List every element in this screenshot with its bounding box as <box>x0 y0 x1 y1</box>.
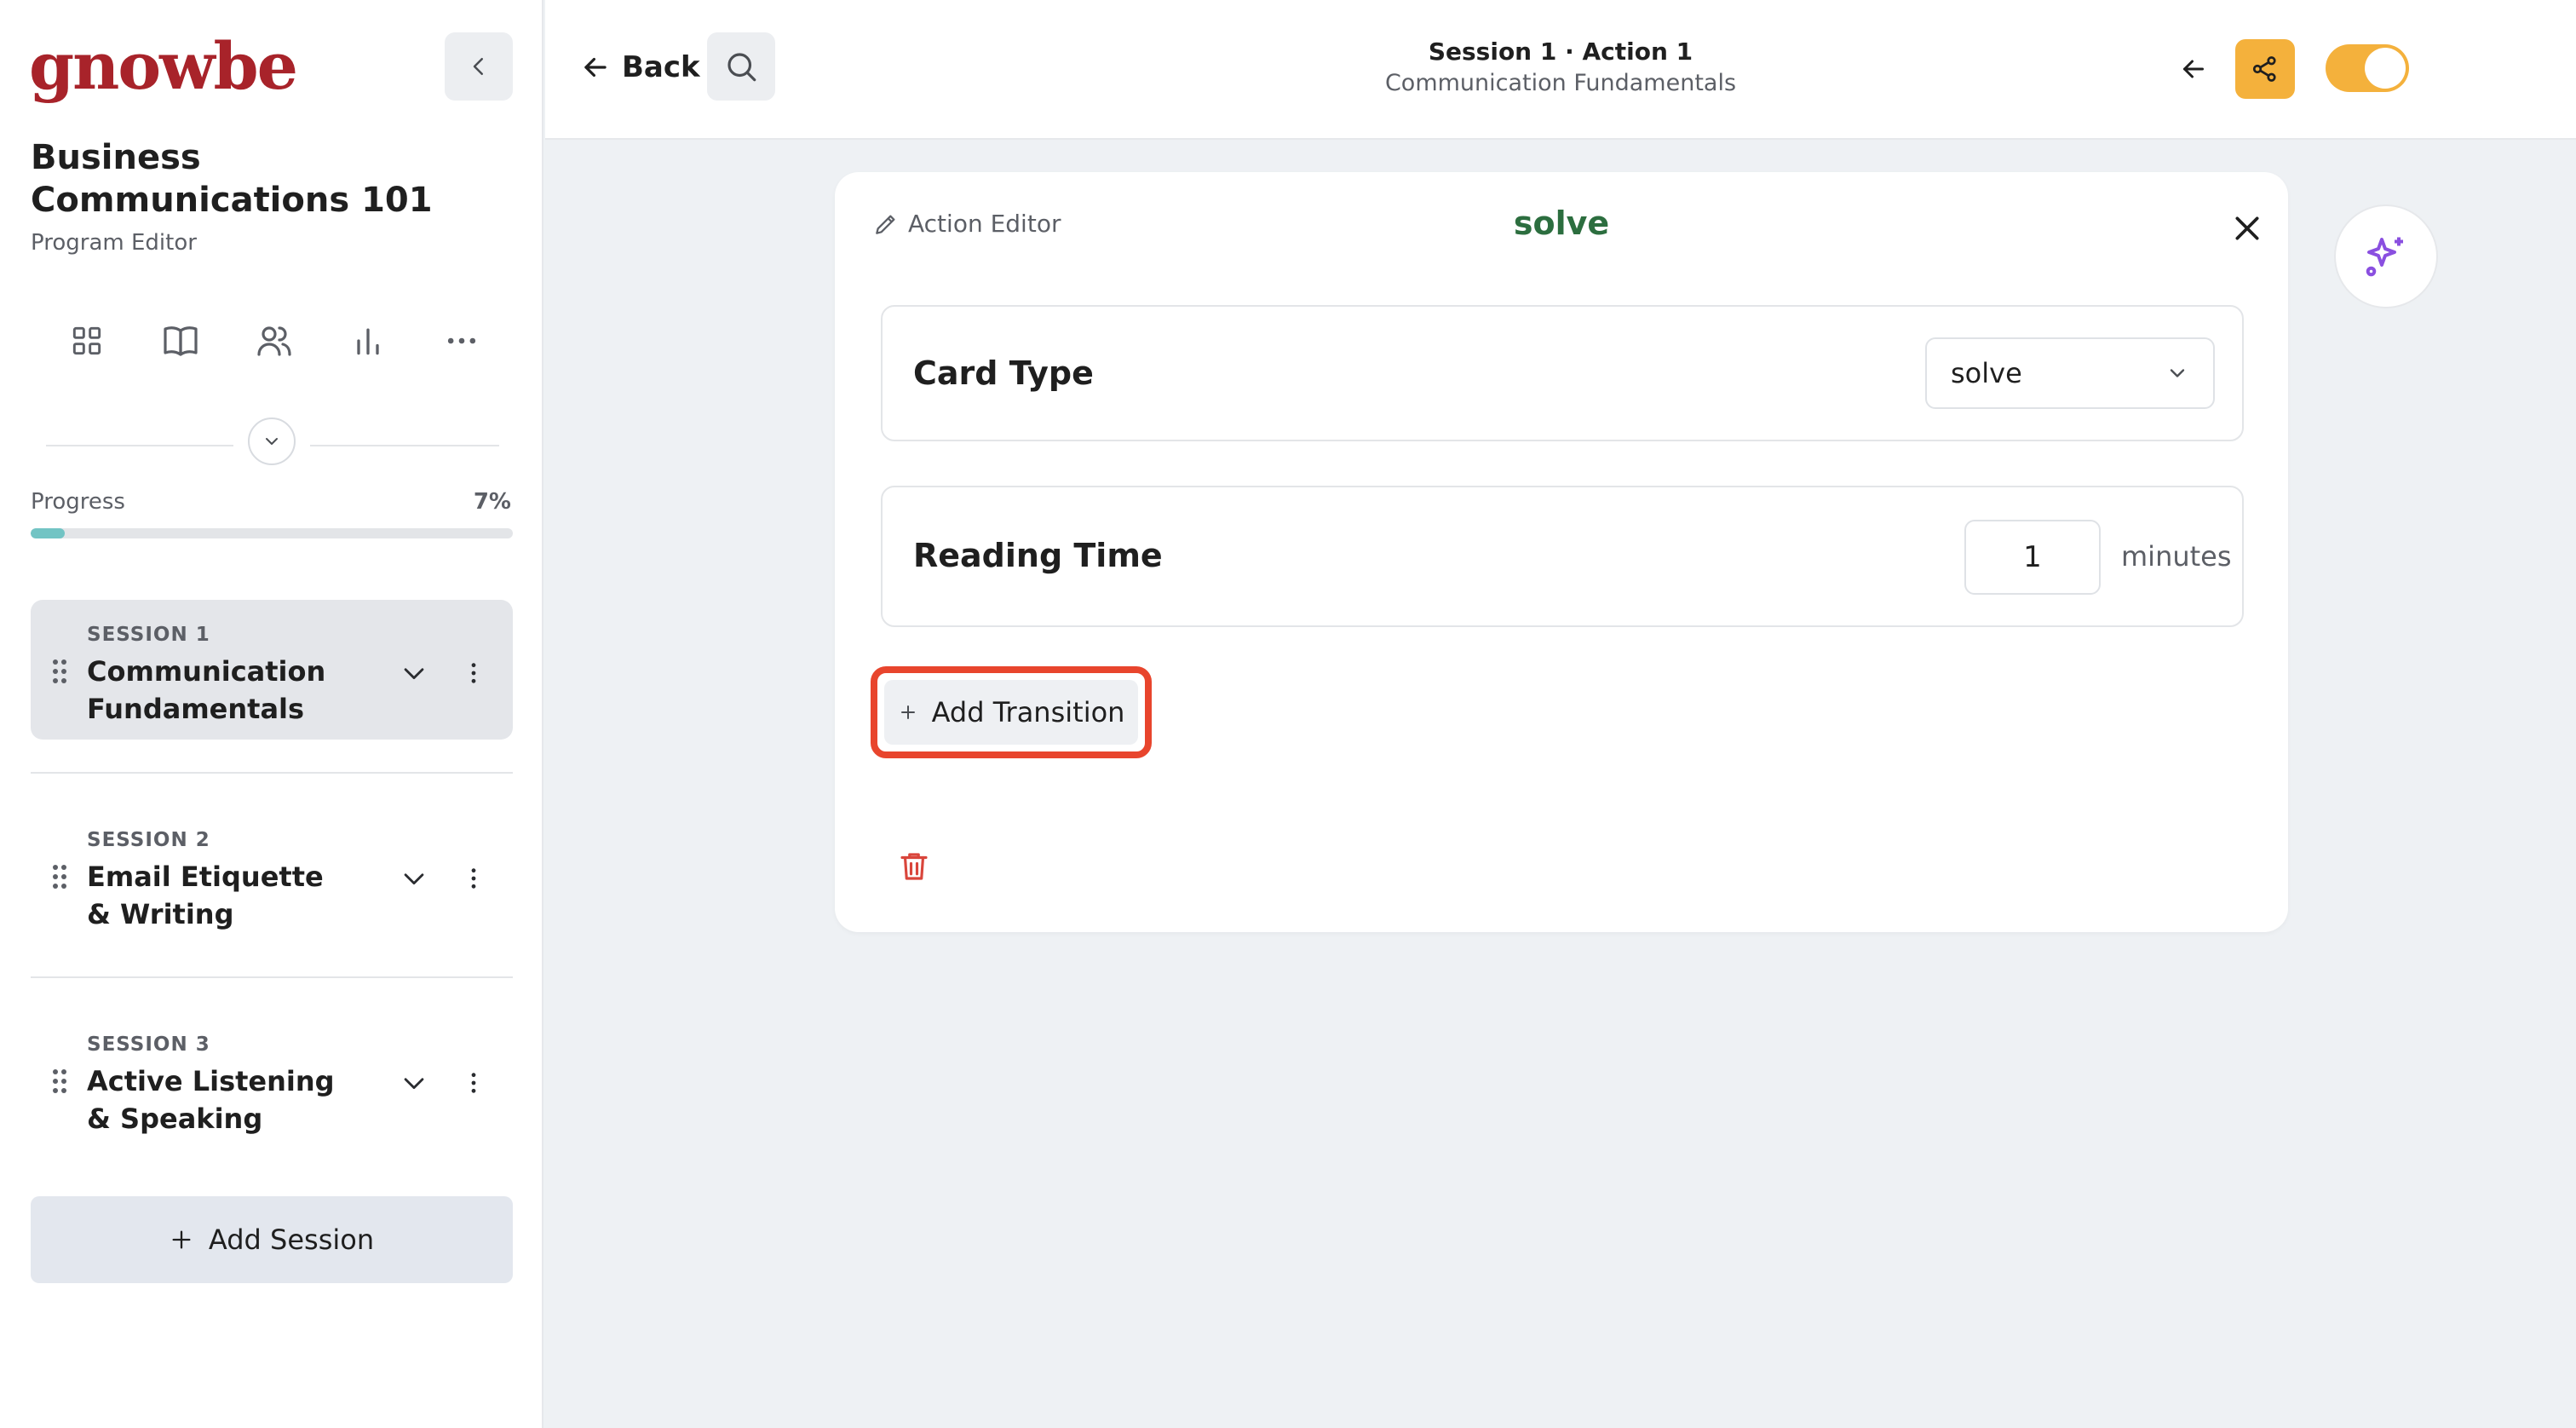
chevron-down-icon <box>266 438 278 445</box>
program-subtitle: Program Editor <box>31 230 197 256</box>
drag-handle-icon[interactable] <box>51 658 68 685</box>
card-type-value: solve <box>1951 357 2022 389</box>
close-button[interactable] <box>2222 203 2273 254</box>
session-number: SESSION 3 <box>87 1034 210 1056</box>
progress-percent: 7% <box>473 489 511 515</box>
card-type-label: Card Type <box>913 354 1094 392</box>
session-item-1[interactable]: SESSION 1 Communication Fundamentals <box>31 600 513 740</box>
previous-button[interactable] <box>2172 48 2215 90</box>
add-session-label: Add Session <box>208 1224 375 1256</box>
session-separator <box>31 772 513 774</box>
card-type-row: Card Type solve <box>881 305 2244 441</box>
card-type-select[interactable]: solve <box>1925 337 2215 409</box>
book-icon <box>164 326 198 356</box>
program-title: Business Communications 101 <box>31 138 433 220</box>
users-icon <box>257 326 291 356</box>
arrow-left-icon <box>2183 60 2204 78</box>
action-editor-card: Action Editor solve Card Type solve Read… <box>835 172 2288 932</box>
chevron-down-icon <box>404 668 424 680</box>
drag-handle-icon[interactable] <box>51 1068 68 1095</box>
learners-button[interactable] <box>249 315 300 366</box>
more-horizontal-icon <box>447 337 476 344</box>
chevron-down-icon <box>404 1078 424 1090</box>
analytics-button[interactable] <box>342 315 394 366</box>
share-button[interactable] <box>2235 39 2295 99</box>
grid-icon <box>72 326 101 355</box>
chevron-left-icon <box>473 58 483 75</box>
more-vertical-icon <box>471 1073 476 1093</box>
grid-view-button[interactable] <box>61 315 112 366</box>
share-icon <box>2252 56 2276 82</box>
toggle-knob <box>2365 48 2406 89</box>
close-icon <box>2235 216 2259 240</box>
sparkles-icon <box>2366 237 2403 277</box>
expand-toolbar-button[interactable] <box>248 417 296 465</box>
content-button[interactable] <box>155 315 206 366</box>
session-menu-button[interactable] <box>457 656 491 690</box>
session-separator <box>31 976 513 978</box>
trash-icon <box>900 853 928 880</box>
chevron-down-icon <box>404 873 424 885</box>
session-menu-button[interactable] <box>457 861 491 895</box>
plus-icon <box>172 1230 191 1249</box>
add-session-button[interactable]: Add Session <box>31 1196 513 1283</box>
reading-time-label: Reading Time <box>913 537 1163 574</box>
publish-toggle[interactable] <box>2326 44 2409 92</box>
drag-handle-icon[interactable] <box>51 863 68 890</box>
gnowbe-logo[interactable]: gnowbe <box>29 26 298 107</box>
expand-session-button[interactable] <box>397 656 431 690</box>
delete-action-button[interactable] <box>891 844 937 890</box>
plus-icon <box>900 705 915 719</box>
more-options-button[interactable] <box>436 315 487 366</box>
session-name: Communication Fundamentals <box>87 655 326 725</box>
bar-chart-icon <box>357 328 379 355</box>
session-item-2[interactable]: SESSION 2 Email Etiquette & Writing <box>31 805 513 945</box>
divider-line <box>310 445 499 446</box>
sidebar-toolbar <box>61 315 487 366</box>
more-vertical-icon <box>471 868 476 889</box>
divider-line <box>46 445 233 446</box>
card-title: solve <box>1513 204 1610 242</box>
session-number: SESSION 2 <box>87 829 210 851</box>
top-bar: Back Session 1 · Action 1 Communication … <box>545 0 2576 140</box>
ai-assistant-button[interactable] <box>2334 204 2438 308</box>
reading-time-input[interactable] <box>1964 520 2101 595</box>
session-name: Email Etiquette & Writing <box>87 861 324 930</box>
add-transition-label: Add Transition <box>931 696 1125 728</box>
more-vertical-icon <box>471 663 476 683</box>
chevron-down-icon <box>2170 369 2185 377</box>
sidebar: gnowbe Business Communications 101 Progr… <box>0 0 543 1428</box>
progress-bar <box>31 528 513 538</box>
session-name: Active Listening & Speaking <box>87 1065 335 1135</box>
session-menu-button[interactable] <box>457 1066 491 1100</box>
progress-fill <box>31 528 65 538</box>
expand-session-button[interactable] <box>397 861 431 895</box>
add-transition-inner: Add Transition <box>884 680 1138 745</box>
add-transition-button[interactable]: Add Transition <box>871 666 1152 758</box>
section-divider <box>46 417 499 465</box>
reading-time-unit: minutes <box>2121 540 2232 573</box>
progress-label: Progress <box>31 489 125 515</box>
reading-time-row: Reading Time minutes <box>881 486 2244 627</box>
collapse-sidebar-button[interactable] <box>445 32 513 101</box>
session-number: SESSION 1 <box>87 624 210 646</box>
expand-session-button[interactable] <box>397 1066 431 1100</box>
session-item-3[interactable]: SESSION 3 Active Listening & Speaking <box>31 1010 513 1149</box>
